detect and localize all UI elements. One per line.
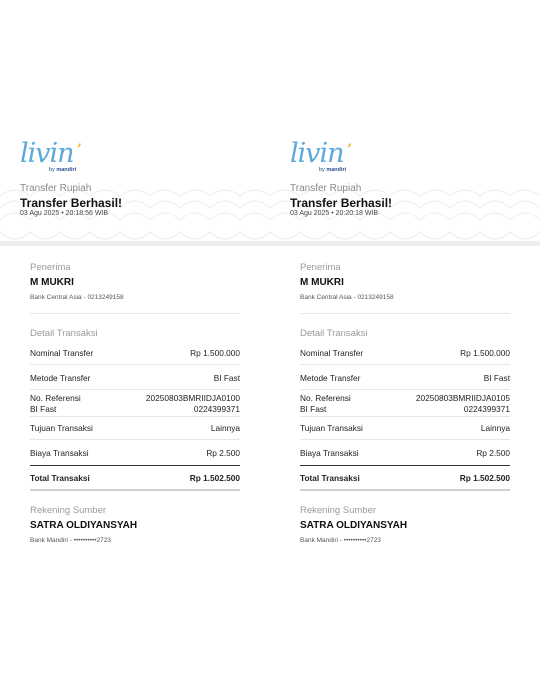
bifast-label: BI Fast (300, 404, 327, 414)
divider (30, 313, 240, 314)
total-value: Rp 1.502.500 (459, 473, 510, 483)
method-label: Metode Transfer (30, 373, 91, 383)
divider (30, 439, 240, 440)
total-value: Rp 1.502.500 (189, 473, 240, 483)
livin-logo: livin ’ by mandiri (290, 138, 360, 176)
divider (300, 313, 510, 314)
total-label: Total Transaksi (300, 473, 360, 483)
source-name: SATRA OLDIYANSYAH (300, 520, 408, 531)
total-divider (30, 465, 240, 466)
bifast-label: BI Fast (30, 404, 57, 414)
source-account: Bank Mandiri - ••••••••••2723 (30, 537, 111, 544)
divider (30, 416, 240, 417)
divider (300, 389, 510, 390)
section-divider-band (0, 241, 270, 246)
recipient-bank-info: Bank Central Asia - 0213249158 (300, 294, 394, 301)
purpose-value: Lainnya (210, 423, 240, 433)
nominal-value: Rp 1.500.000 (190, 348, 240, 358)
source-name: SATRA OLDIYANSYAH (30, 520, 138, 531)
total-label: Total Transaksi (30, 473, 90, 483)
total-underline (300, 489, 510, 491)
header-title: Transfer Berhasil! (20, 196, 123, 210)
total-underline (30, 489, 240, 491)
divider (30, 364, 240, 365)
detail-label: Detail Transaksi (30, 328, 98, 339)
divider (300, 364, 510, 365)
fee-label: Biaya Transaksi (30, 448, 89, 458)
logo-wordmark: livin (20, 138, 75, 169)
reference-value: 20250803BMRIIDJA0100 (145, 393, 240, 403)
method-label: Metode Transfer (300, 373, 361, 383)
reference-label: No. Referensi (300, 393, 351, 403)
nominal-label: Nominal Transfer (30, 348, 94, 358)
bifast-value: 0224399371 (463, 404, 510, 414)
logo-byline: by mandiri (49, 167, 77, 173)
recipient-name: M MUKRI (30, 277, 74, 288)
header-title: Transfer Berhasil! (290, 196, 393, 210)
header-subtitle: Transfer Rupiah (20, 183, 92, 194)
receipt-right: livin ’ by mandiri Transfer Rupiah Trans… (270, 0, 540, 675)
nominal-value: Rp 1.500.000 (460, 348, 510, 358)
section-divider-band (270, 241, 540, 246)
recipient-label: Penerima (30, 262, 71, 273)
detail-label: Detail Transaksi (300, 328, 368, 339)
reference-value: 20250803BMRIIDJA0105 (415, 393, 510, 403)
fee-value: Rp 2.500 (206, 448, 240, 458)
divider (30, 389, 240, 390)
purpose-label: Tujuan Transaksi (30, 423, 93, 433)
header-datetime: 03 Agu 2025 • 20:20:18 WIB (290, 210, 379, 217)
livin-logo: livin ’ by mandiri (20, 138, 90, 176)
bifast-value: 0224399371 (193, 404, 240, 414)
divider (300, 439, 510, 440)
reference-label: No. Referensi (30, 393, 81, 403)
receipt-left: livin ’ by mandiri Transfer Rupiah Trans… (0, 0, 270, 675)
source-label: Rekening Sumber (30, 505, 107, 516)
logo-apostrophe: ’ (77, 142, 82, 158)
purpose-value: Lainnya (480, 423, 510, 433)
source-account: Bank Mandiri - ••••••••••2723 (300, 537, 381, 544)
recipient-label: Penerima (300, 262, 341, 273)
logo-wordmark: livin (290, 138, 345, 169)
recipient-name: M MUKRI (300, 277, 344, 288)
logo-apostrophe: ’ (347, 142, 352, 158)
total-divider (300, 465, 510, 466)
purpose-label: Tujuan Transaksi (300, 423, 363, 433)
header-datetime: 03 Agu 2025 • 20:18:56 WIB (20, 210, 109, 217)
logo-byline: by mandiri (319, 167, 347, 173)
fee-value: Rp 2.500 (476, 448, 510, 458)
divider (300, 416, 510, 417)
method-value: BI Fast (213, 373, 240, 383)
method-value: BI Fast (483, 373, 510, 383)
source-label: Rekening Sumber (300, 505, 377, 516)
header-subtitle: Transfer Rupiah (290, 183, 362, 194)
recipient-bank-info: Bank Central Asia - 0213249158 (30, 294, 124, 301)
fee-label: Biaya Transaksi (300, 448, 359, 458)
nominal-label: Nominal Transfer (300, 348, 364, 358)
